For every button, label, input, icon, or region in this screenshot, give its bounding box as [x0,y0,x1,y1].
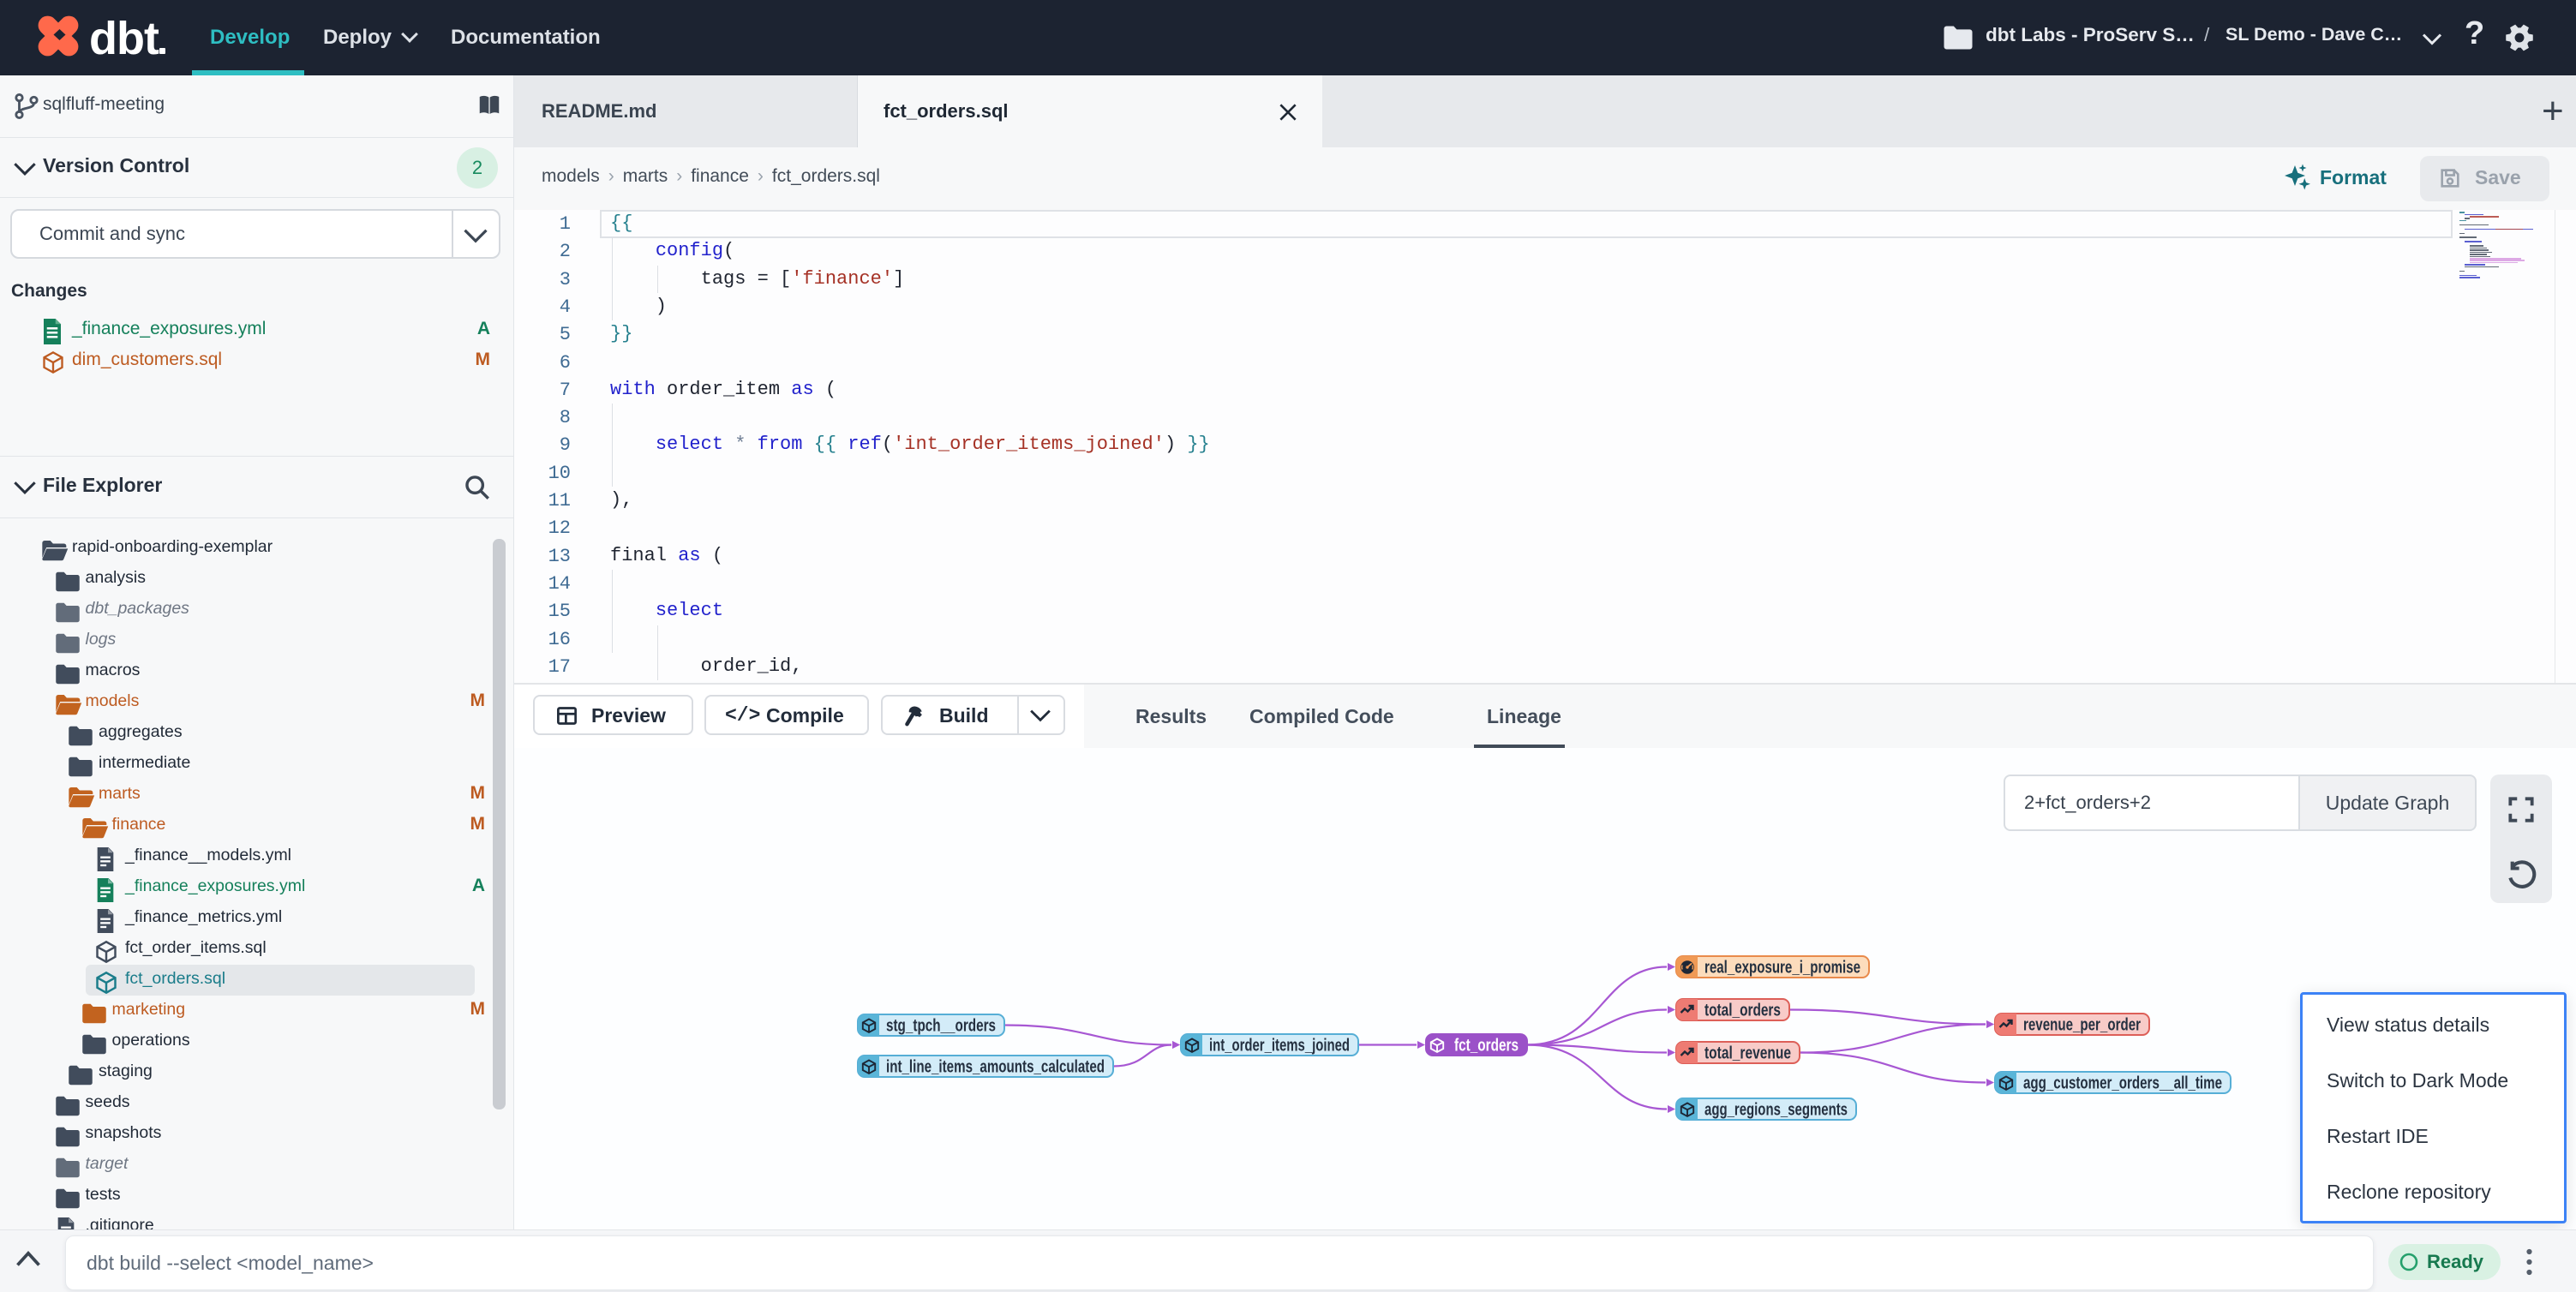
svg-text:agg_regions_segments: agg_regions_segments [1704,1101,1848,1120]
svg-text:int_order_items_joined: int_order_items_joined [1209,1037,1350,1056]
svg-text:total_revenue: total_revenue [1704,1044,1791,1063]
svg-text:int_line_items_amounts_calcula: int_line_items_amounts_calculated [886,1058,1105,1077]
svg-text:fct_orders: fct_orders [1454,1037,1519,1056]
svg-text:agg_customer_orders__all_time: agg_customer_orders__all_time [2023,1074,2222,1093]
svg-text:stg_tpch__orders: stg_tpch__orders [886,1017,996,1036]
svg-text:real_exposure_i_promise: real_exposure_i_promise [1704,959,1860,978]
svg-text:revenue_per_order: revenue_per_order [2023,1016,2141,1035]
svg-text:total_orders: total_orders [1704,1002,1781,1020]
